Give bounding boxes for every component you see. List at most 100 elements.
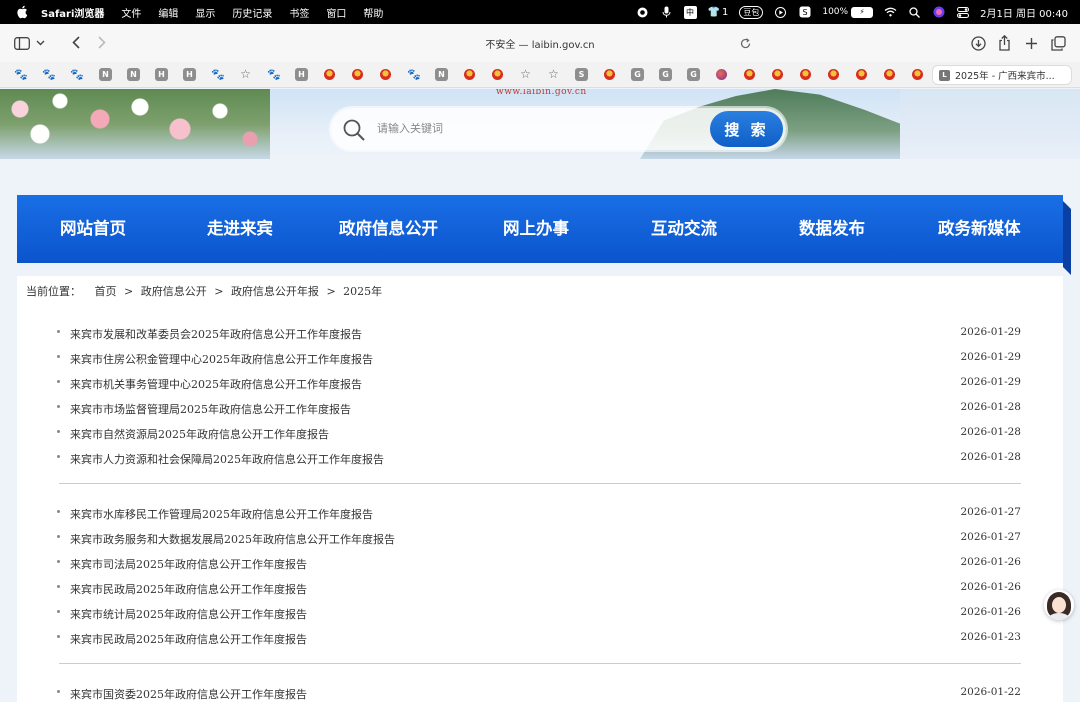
favorite-paw-icon[interactable]: 🐾 bbox=[267, 68, 281, 81]
list-item[interactable]: 来宾市统计局2025年政府信息公开工作年度报告 2026-01-26 bbox=[57, 603, 1021, 628]
list-item[interactable]: 来宾市司法局2025年政府信息公开工作年度报告 2026-01-26 bbox=[57, 553, 1021, 578]
report-title-link[interactable]: 来宾市发展和改革委员会2025年政府信息公开工作年度报告 bbox=[70, 326, 362, 342]
report-title-link[interactable]: 来宾市机关事务管理中心2025年政府信息公开工作年度报告 bbox=[70, 376, 362, 392]
reload-icon[interactable] bbox=[736, 34, 754, 52]
list-item[interactable]: 来宾市国资委2025年政府信息公开工作年度报告 2026-01-22 bbox=[57, 683, 1021, 702]
report-title-link[interactable]: 来宾市司法局2025年政府信息公开工作年度报告 bbox=[70, 556, 307, 572]
favorite-paw-icon[interactable]: 🐾 bbox=[70, 68, 84, 81]
favorite-emblem-icon[interactable] bbox=[799, 68, 812, 81]
play-icon[interactable] bbox=[774, 6, 787, 19]
list-item[interactable]: 来宾市机关事务管理中心2025年政府信息公开工作年度报告 2026-01-29 bbox=[57, 373, 1021, 398]
favorite-paw-icon[interactable]: 🐾 bbox=[211, 68, 225, 81]
favorite-letter-icon[interactable]: S bbox=[575, 68, 588, 81]
tab-overview-icon[interactable] bbox=[1048, 33, 1068, 53]
favorite-emblem-icon[interactable] bbox=[827, 68, 840, 81]
favorite-paw-icon[interactable]: 🐾 bbox=[14, 68, 28, 81]
nav-item-online-services[interactable]: 网上办事 bbox=[503, 195, 569, 263]
nav-item-about-laibin[interactable]: 走进来宾 bbox=[207, 195, 273, 263]
favorite-emblem-icon[interactable] bbox=[911, 68, 924, 81]
list-item[interactable]: 来宾市市场监督管理局2025年政府信息公开工作年度报告 2026-01-28 bbox=[57, 398, 1021, 423]
list-item[interactable]: 来宾市人力资源和社会保障局2025年政府信息公开工作年度报告 2026-01-28 bbox=[57, 448, 1021, 473]
breadcrumb-link-gov-info[interactable]: 政府信息公开 bbox=[141, 285, 207, 298]
apple-menu-icon[interactable] bbox=[13, 5, 31, 19]
search-button[interactable]: 搜 索 bbox=[710, 111, 783, 147]
favorite-letter-icon[interactable]: G bbox=[659, 68, 672, 81]
report-title-link[interactable]: 来宾市住房公积金管理中心2025年政府信息公开工作年度报告 bbox=[70, 351, 373, 367]
menu-history[interactable]: 历史记录 bbox=[232, 5, 272, 20]
list-item[interactable]: 来宾市政务服务和大数据发展局2025年政府信息公开工作年度报告 2026-01-2… bbox=[57, 528, 1021, 553]
favorite-emblem-icon[interactable] bbox=[463, 68, 476, 81]
battery-status[interactable]: 100% ⚡ bbox=[822, 6, 874, 18]
favorite-emblem-icon[interactable] bbox=[855, 68, 868, 81]
doubao-badge[interactable]: 豆包 bbox=[739, 5, 764, 19]
nav-item-interaction[interactable]: 互动交流 bbox=[651, 195, 717, 263]
list-item[interactable]: 来宾市自然资源局2025年政府信息公开工作年度报告 2026-01-28 bbox=[57, 423, 1021, 448]
menu-app-name[interactable]: Safari浏览器 bbox=[41, 5, 104, 20]
report-title-link[interactable]: 来宾市民政局2025年政府信息公开工作年度报告 bbox=[70, 581, 307, 597]
breadcrumb-current[interactable]: 2025年 bbox=[343, 285, 382, 298]
report-title-link[interactable]: 来宾市政务服务和大数据发展局2025年政府信息公开工作年度报告 bbox=[70, 531, 395, 547]
app-s-icon[interactable]: S bbox=[798, 6, 811, 19]
nav-item-home[interactable]: 网站首页 bbox=[60, 195, 126, 263]
list-item[interactable]: 来宾市住房公积金管理中心2025年政府信息公开工作年度报告 2026-01-29 bbox=[57, 348, 1021, 373]
menubar-clock[interactable]: 2月1日 周日 00:40 bbox=[980, 5, 1068, 20]
input-method-indicator[interactable]: 中 bbox=[683, 5, 697, 19]
back-button[interactable] bbox=[66, 33, 86, 53]
control-center-icon[interactable] bbox=[956, 6, 969, 19]
share-icon[interactable] bbox=[994, 33, 1014, 53]
favorite-emblem-icon[interactable] bbox=[603, 68, 616, 81]
favorite-emblem-icon[interactable] bbox=[743, 68, 756, 81]
siri-icon[interactable] bbox=[932, 6, 945, 19]
report-title-link[interactable]: 来宾市国资委2025年政府信息公开工作年度报告 bbox=[70, 686, 307, 702]
report-title-link[interactable]: 来宾市自然资源局2025年政府信息公开工作年度报告 bbox=[70, 426, 329, 442]
list-item[interactable]: 来宾市民政局2025年政府信息公开工作年度报告 2026-01-26 bbox=[57, 578, 1021, 603]
sidebar-toggle-icon[interactable] bbox=[12, 33, 32, 53]
shirt-status[interactable]: 👕 1 bbox=[708, 6, 729, 19]
list-item[interactable]: 来宾市水库移民工作管理局2025年政府信息公开工作年度报告 2026-01-27 bbox=[57, 503, 1021, 528]
forward-button[interactable] bbox=[92, 33, 112, 53]
favorite-letter-icon[interactable]: G bbox=[687, 68, 700, 81]
list-item[interactable]: 来宾市民政局2025年政府信息公开工作年度报告 2026-01-23 bbox=[57, 628, 1021, 653]
favorite-star-icon[interactable]: ☆ bbox=[547, 68, 560, 81]
favorite-emblem-icon[interactable] bbox=[351, 68, 364, 81]
favorite-star-icon[interactable]: ☆ bbox=[519, 68, 532, 81]
record-icon[interactable] bbox=[636, 6, 649, 19]
list-item[interactable]: 来宾市发展和改革委员会2025年政府信息公开工作年度报告 2026-01-29 bbox=[57, 323, 1021, 348]
menu-file[interactable]: 文件 bbox=[121, 5, 141, 20]
favorite-paw-icon[interactable]: 🐾 bbox=[407, 68, 421, 81]
menu-edit[interactable]: 编辑 bbox=[158, 5, 178, 20]
favorite-emblem-icon[interactable] bbox=[883, 68, 896, 81]
favorite-globe-icon[interactable] bbox=[715, 68, 728, 81]
report-title-link[interactable]: 来宾市市场监督管理局2025年政府信息公开工作年度报告 bbox=[70, 401, 351, 417]
tab-group-chevron-down-icon[interactable] bbox=[33, 33, 47, 53]
microphone-icon[interactable] bbox=[660, 6, 673, 19]
favorite-letter-icon[interactable]: N bbox=[435, 68, 448, 81]
favorite-letter-icon[interactable]: H bbox=[155, 68, 168, 81]
report-title-link[interactable]: 来宾市统计局2025年政府信息公开工作年度报告 bbox=[70, 606, 307, 622]
favorite-letter-icon[interactable]: G bbox=[631, 68, 644, 81]
address-bar[interactable]: 不安全 — laibin.gov.cn bbox=[322, 31, 758, 55]
nav-item-new-media[interactable]: 政务新媒体 bbox=[938, 195, 1021, 263]
favorite-emblem-icon[interactable] bbox=[771, 68, 784, 81]
favorite-letter-icon[interactable]: N bbox=[99, 68, 112, 81]
wifi-icon[interactable] bbox=[884, 6, 897, 19]
downloads-icon[interactable] bbox=[968, 33, 988, 53]
favorite-letter-icon[interactable]: H bbox=[295, 68, 308, 81]
menu-view[interactable]: 显示 bbox=[195, 5, 215, 20]
new-tab-plus-icon[interactable] bbox=[1021, 33, 1041, 53]
favorite-letter-icon[interactable]: N bbox=[127, 68, 140, 81]
favorite-emblem-icon[interactable] bbox=[379, 68, 392, 81]
report-title-link[interactable]: 来宾市人力资源和社会保障局2025年政府信息公开工作年度报告 bbox=[70, 451, 384, 467]
search-input[interactable] bbox=[377, 119, 697, 139]
nav-item-gov-info-disclosure[interactable]: 政府信息公开 bbox=[339, 195, 438, 263]
menu-window[interactable]: 窗口 bbox=[326, 5, 346, 20]
favorite-paw-icon[interactable]: 🐾 bbox=[42, 68, 56, 81]
breadcrumb-link-home[interactable]: 首页 bbox=[95, 285, 117, 298]
open-tab[interactable]: L 2025年 - 广西来宾市... bbox=[932, 65, 1072, 85]
assistant-avatar-button[interactable] bbox=[1044, 590, 1074, 620]
report-title-link[interactable]: 来宾市民政局2025年政府信息公开工作年度报告 bbox=[70, 631, 307, 647]
favorite-star-icon[interactable]: ☆ bbox=[239, 68, 252, 81]
breadcrumb-link-annual-report[interactable]: 政府信息公开年报 bbox=[231, 285, 319, 298]
nav-item-data-release[interactable]: 数据发布 bbox=[799, 195, 865, 263]
menu-help[interactable]: 帮助 bbox=[363, 5, 383, 20]
